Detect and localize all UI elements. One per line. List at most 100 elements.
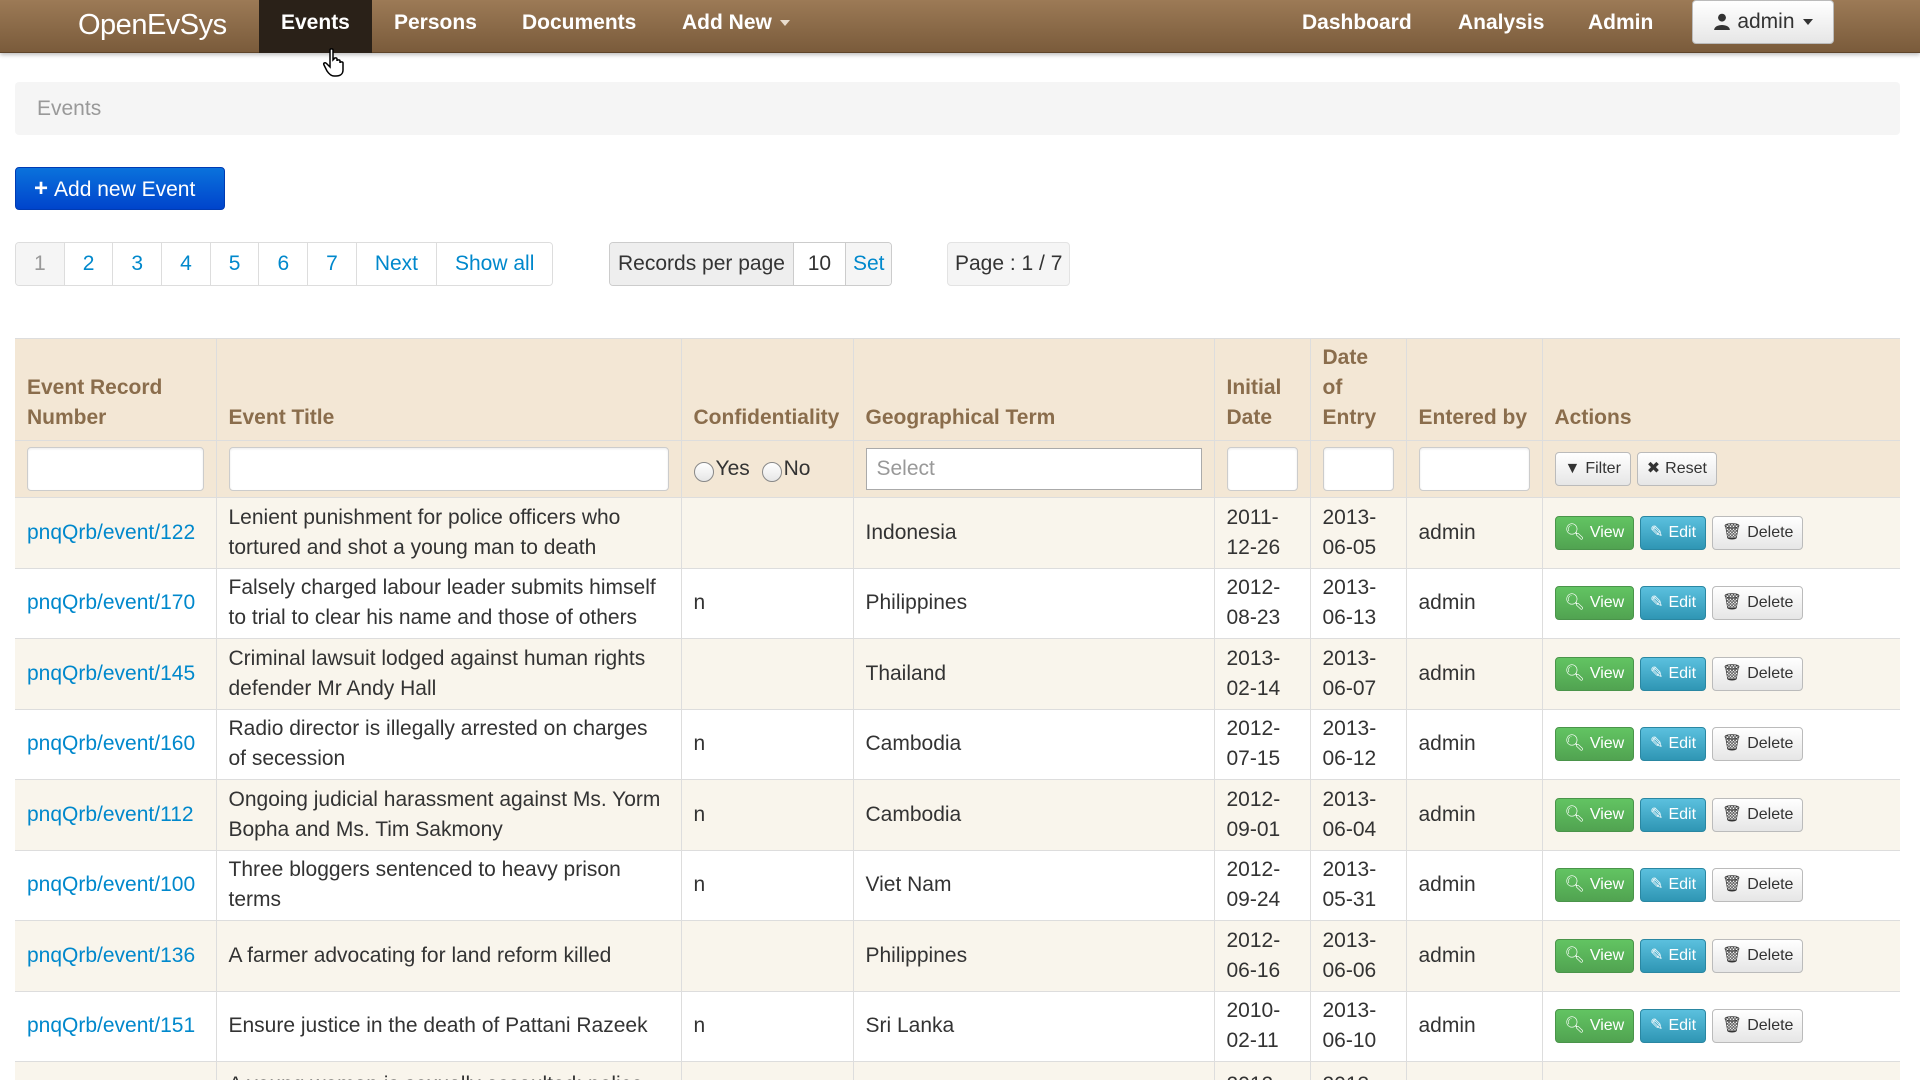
event-title-filter-input[interactable] xyxy=(228,447,669,491)
col-header-initial-date[interactable]: Initial Date xyxy=(1213,338,1310,441)
events-table: Event Record Number Event Title Confiden… xyxy=(15,338,1900,1080)
confidentiality-cell xyxy=(680,638,853,709)
reset-button[interactable]: ✖ Reset xyxy=(1636,452,1717,486)
entered-by-cell xyxy=(1405,1061,1542,1080)
col-header-date-of-entry[interactable]: Date of Entry xyxy=(1309,338,1406,441)
entered-by-cell: admin xyxy=(1405,920,1542,991)
edit-button[interactable]: ✎ Edit xyxy=(1640,938,1707,973)
col-header-geographical-term[interactable]: Geographical Term xyxy=(852,338,1214,441)
event-record-link[interactable]: pnqQrb/event/145 xyxy=(27,662,195,685)
col-header-actions: Actions xyxy=(1541,338,1900,441)
page-link-2[interactable]: 2 xyxy=(64,243,114,285)
confidentiality-cell: n xyxy=(680,849,853,921)
delete-button[interactable]: 🗑︎ Delete xyxy=(1711,656,1804,691)
event-record-link[interactable]: pnqQrb/event/112 xyxy=(27,803,194,826)
nav-documents[interactable]: Documents xyxy=(500,0,658,53)
brand-logo[interactable]: OpenEvSys xyxy=(78,9,227,42)
entered-by-filter-input[interactable] xyxy=(1418,447,1530,491)
entered-by-cell: admin xyxy=(1405,497,1542,568)
nav-dashboard[interactable]: Dashboard xyxy=(1280,0,1434,53)
nav-admin[interactable]: Admin xyxy=(1566,0,1675,53)
edit-button[interactable]: ✎ Edit xyxy=(1640,1009,1707,1044)
page-show-all-link[interactable]: Show all xyxy=(437,243,553,285)
actions-cell: 🔍︎ View ✎ Edit 🗑︎ Delete xyxy=(1541,708,1900,780)
edit-button[interactable]: ✎ Edit xyxy=(1640,868,1707,903)
edit-icon: ✎ xyxy=(1650,735,1664,753)
confidentiality-cell: n xyxy=(680,779,853,850)
page-link-7[interactable]: 7 xyxy=(308,243,357,285)
confidentiality-no-radio[interactable] xyxy=(761,462,782,483)
page-link-4[interactable]: 4 xyxy=(162,243,211,285)
geographical-term-select[interactable]: Select xyxy=(865,448,1202,490)
records-per-page-input[interactable]: 10 xyxy=(793,243,846,285)
delete-button[interactable]: 🗑︎ Delete xyxy=(1711,515,1804,550)
initial-date-cell: 2013-02-14 xyxy=(1213,638,1310,709)
page-link-6[interactable]: 6 xyxy=(259,243,309,285)
trash-icon: 🗑︎ xyxy=(1721,946,1743,964)
delete-button[interactable]: 🗑︎ Delete xyxy=(1711,1009,1804,1044)
nav-events[interactable]: Events xyxy=(259,0,372,53)
confidentiality-yes-radio[interactable] xyxy=(693,462,714,483)
date-of-entry-cell: 2013-06-06 xyxy=(1309,920,1406,991)
view-button[interactable]: 🔍︎ View xyxy=(1554,656,1635,691)
edit-button[interactable]: ✎ Edit xyxy=(1640,586,1707,621)
nav-analysis[interactable]: Analysis xyxy=(1436,0,1566,53)
event-record-link[interactable]: pnqQrb/event/151 xyxy=(27,1014,195,1037)
view-button[interactable]: 🔍︎ View xyxy=(1554,586,1635,621)
event-record-link[interactable]: pnqQrb/event/170 xyxy=(27,591,195,614)
filter-button[interactable]: ▼ Filter xyxy=(1554,452,1631,486)
edit-button[interactable]: ✎ Edit xyxy=(1640,656,1707,691)
delete-button[interactable]: 🗑︎ Delete xyxy=(1711,727,1804,762)
zoom-in-icon: 🔍︎ xyxy=(1564,664,1585,682)
event-record-link[interactable]: pnqQrb/event/160 xyxy=(27,732,195,755)
edit-button[interactable]: ✎ Edit xyxy=(1640,727,1707,762)
trash-icon: 🗑︎ xyxy=(1721,805,1743,823)
edit-icon: ✎ xyxy=(1650,664,1664,682)
delete-button[interactable]: 🗑︎ Delete xyxy=(1711,586,1804,621)
nav-add-new[interactable]: Add New xyxy=(660,0,812,53)
page-link-3[interactable]: 3 xyxy=(113,243,163,285)
page-next-link[interactable]: Next xyxy=(356,243,437,285)
delete-button[interactable]: 🗑︎ Delete xyxy=(1711,938,1804,973)
delete-button[interactable]: 🗑︎ Delete xyxy=(1711,797,1804,832)
view-button[interactable]: 🔍︎ View xyxy=(1554,868,1635,903)
date-of-entry-cell: 2013-06-13 xyxy=(1309,567,1406,639)
edit-button[interactable]: ✎ Edit xyxy=(1640,515,1707,550)
nav-add-new-label: Add New xyxy=(682,11,772,34)
initial-date-filter-input[interactable] xyxy=(1226,447,1298,491)
col-header-record-number[interactable]: Event Record Number xyxy=(15,338,216,441)
add-new-event-button[interactable]: + Add new Event xyxy=(15,167,225,210)
actions-cell: 🔍︎ View ✎ Edit 🗑︎ Delete xyxy=(1541,920,1900,991)
col-header-event-title[interactable]: Event Title xyxy=(215,338,681,441)
edit-button[interactable]: ✎ Edit xyxy=(1640,797,1707,832)
view-button[interactable]: 🔍︎ View xyxy=(1554,797,1635,832)
view-button-label: View xyxy=(1589,946,1625,964)
page-link-1[interactable]: 1 xyxy=(16,243,65,285)
delete-button[interactable]: 🗑︎ Delete xyxy=(1711,868,1804,903)
nav-persons[interactable]: Persons xyxy=(372,0,499,53)
event-record-link[interactable]: pnqQrb/event/122 xyxy=(27,521,195,544)
actions-cell: 🔍︎ View ✎ Edit 🗑︎ Delete xyxy=(1541,567,1900,639)
record-number-filter-input[interactable] xyxy=(27,447,204,491)
view-button[interactable]: 🔍︎ View xyxy=(1554,938,1635,973)
user-menu-button[interactable]: admin xyxy=(1692,0,1834,44)
event-record-link[interactable]: pnqQrb/event/136 xyxy=(27,944,195,967)
col-header-entered-by[interactable]: Entered by xyxy=(1405,338,1542,441)
confidentiality-cell: n xyxy=(680,708,853,780)
event-record-link[interactable]: pnqQrb/event/100 xyxy=(27,873,195,896)
delete-button-label: Delete xyxy=(1747,805,1794,823)
view-button[interactable]: 🔍︎ View xyxy=(1554,1009,1635,1044)
records-per-page-set-button[interactable]: Set xyxy=(845,243,892,285)
date-of-entry-filter-input[interactable] xyxy=(1322,447,1394,491)
col-header-confidentiality[interactable]: Confidentiality xyxy=(680,338,853,441)
edit-button-label: Edit xyxy=(1668,735,1697,753)
date-of-entry-cell: 2013-06-12 xyxy=(1309,708,1406,780)
page-link-5[interactable]: 5 xyxy=(210,243,260,285)
view-button[interactable]: 🔍︎ View xyxy=(1554,727,1635,762)
entered-by-cell: admin xyxy=(1405,849,1542,921)
view-button-label: View xyxy=(1589,594,1625,612)
actions-cell: 🔍︎ View ✎ Edit 🗑︎ Delete xyxy=(1541,849,1900,921)
hand-cursor-icon xyxy=(323,48,344,77)
table-row: pnqQrb/event/100 Three bloggers sentenced… xyxy=(15,849,1900,921)
view-button[interactable]: 🔍︎ View xyxy=(1554,515,1635,550)
